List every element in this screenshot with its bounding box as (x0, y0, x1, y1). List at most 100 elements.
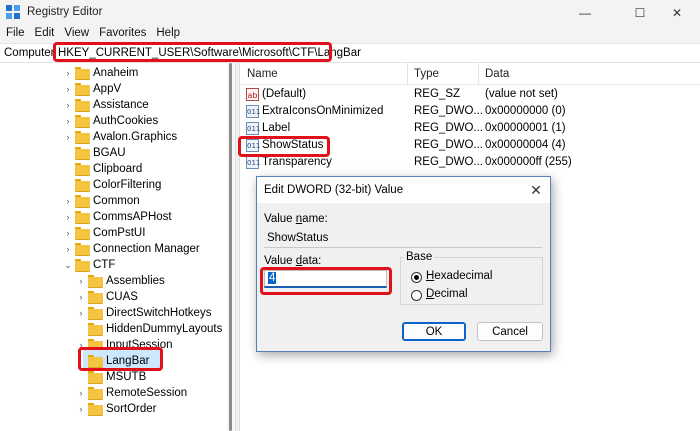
folder-icon (75, 195, 90, 208)
expand-chevron-icon[interactable]: › (63, 113, 73, 129)
expand-chevron-icon[interactable]: › (63, 65, 73, 81)
tree-item-avalon-graphics[interactable]: › Avalon.Graphics (63, 129, 177, 145)
value-row-label[interactable]: 011 Label REG_DWO... 0x00000001 (1) (240, 120, 700, 137)
close-icon: ✕ (671, 5, 683, 20)
close-button[interactable]: ✕ (654, 0, 700, 25)
expand-chevron-icon[interactable]: › (76, 385, 86, 401)
tree-item-bgau[interactable]: BGAU (63, 145, 126, 161)
tree-item-sortorder[interactable]: › SortOrder (76, 401, 157, 417)
column-header-type[interactable]: Type (414, 68, 439, 80)
expand-chevron-icon[interactable]: › (63, 193, 73, 209)
folder-icon (88, 307, 103, 320)
expand-chevron-icon[interactable]: › (76, 289, 86, 305)
value-type: REG_DWO... (414, 122, 484, 134)
folder-icon (88, 403, 103, 416)
tree-item-appv[interactable]: › AppV (63, 81, 121, 97)
value-data-highlight-box (260, 267, 392, 295)
decimal-radio[interactable] (411, 290, 422, 301)
tree-item-assistance[interactable]: › Assistance (63, 97, 149, 113)
expand-chevron-icon[interactable]: › (63, 225, 73, 241)
value-data: (value not set) (485, 88, 558, 100)
value-type: REG_DWO... (414, 139, 484, 151)
tree-item-common[interactable]: › Common (63, 193, 140, 209)
value-row-extraiconsonminimized[interactable]: 011 ExtraIconsOnMinimized REG_DWO... 0x0… (240, 103, 700, 120)
tree-item-ctf[interactable]: ⌄ CTF (63, 257, 115, 273)
folder-icon (88, 323, 103, 336)
expand-chevron-icon (76, 321, 86, 337)
collapse-chevron-icon[interactable]: ⌄ (63, 257, 73, 273)
tree-item-clipboard[interactable]: Clipboard (63, 161, 142, 177)
expand-chevron-icon[interactable]: › (63, 241, 73, 257)
address-prefix: Computer (4, 47, 55, 59)
dword-value-icon: 011 (246, 105, 260, 118)
column-header-name[interactable]: Name (247, 68, 278, 80)
expand-chevron-icon (76, 369, 86, 385)
column-divider[interactable] (407, 63, 408, 85)
expand-chevron-icon[interactable]: › (76, 401, 86, 417)
expand-chevron-icon[interactable]: › (63, 129, 73, 145)
value-name: Label (262, 122, 291, 134)
tree-item-remotesession[interactable]: › RemoteSession (76, 385, 187, 401)
maximize-icon: ☐ (634, 5, 646, 20)
dialog-close-icon[interactable]: ✕ (528, 182, 544, 198)
tree-item-cuas[interactable]: › CUAS (76, 289, 138, 305)
folder-icon (75, 179, 90, 192)
hexadecimal-radio[interactable] (411, 272, 422, 283)
expand-chevron-icon (63, 145, 73, 161)
tree-item-commsaphost[interactable]: › CommsAPHost (63, 209, 172, 225)
value-row-default[interactable]: ab (Default) REG_SZ (value not set) (240, 86, 700, 103)
value-name: Transparency (262, 156, 332, 168)
title-bar: Registry Editor — ☐ ✕ (0, 0, 700, 25)
tree-item-langbar[interactable]: LangBar (76, 353, 149, 369)
expand-chevron-icon[interactable]: › (63, 209, 73, 225)
folder-icon (75, 115, 90, 128)
cancel-button[interactable]: Cancel (477, 322, 543, 341)
menu-help[interactable]: Help (151, 25, 185, 43)
tree-item-hiddendummylayouts[interactable]: HiddenDummyLayouts (76, 321, 222, 337)
menu-favorites[interactable]: Favorites (94, 25, 151, 43)
menu-view[interactable]: View (59, 25, 94, 43)
value-type: REG_SZ (414, 88, 461, 100)
tree-item-directswitchhotkeys[interactable]: › DirectSwitchHotkeys (76, 305, 211, 321)
tree-item-connection-manager[interactable]: › Connection Manager (63, 241, 200, 257)
showstatus-highlight-box (238, 136, 330, 157)
base-label: Base (404, 251, 435, 263)
folder-icon (75, 131, 90, 144)
value-data-label: Value data: (264, 255, 322, 267)
decimal-label[interactable]: Decimal (426, 288, 468, 300)
column-header-data[interactable]: Data (485, 68, 509, 80)
minimize-button[interactable]: — (562, 0, 608, 25)
tree-item-colorfiltering[interactable]: ColorFiltering (63, 177, 161, 193)
tree-item-compstui[interactable]: › ComPstUI (63, 225, 145, 241)
tree-item-assemblies[interactable]: › Assemblies (76, 273, 165, 289)
menu-edit[interactable]: Edit (30, 25, 60, 43)
value-name: (Default) (262, 88, 307, 100)
expand-chevron-icon[interactable]: › (63, 81, 73, 97)
string-value-icon: ab (246, 88, 259, 101)
folder-open-icon (75, 259, 90, 272)
ok-button[interactable]: OK (402, 322, 466, 341)
folder-icon (75, 243, 90, 256)
folder-icon (75, 99, 90, 112)
tree-scrollbar-thumb[interactable] (229, 63, 232, 431)
value-data: 0x00000001 (1) (485, 122, 566, 134)
expand-chevron-icon[interactable]: › (76, 305, 86, 321)
menu-file[interactable]: File (0, 25, 30, 43)
hexadecimal-label[interactable]: Hexadecimal (426, 270, 492, 282)
value-data: 0x00000000 (0) (485, 105, 566, 117)
tree-item-anaheim[interactable]: › Anaheim (63, 65, 138, 81)
tree-item-msutb[interactable]: MSUTB (76, 369, 146, 385)
value-type: REG_DWO... (414, 105, 484, 117)
list-header: Name Type Data (240, 63, 700, 85)
value-data: 0x000000ff (255) (485, 156, 572, 168)
folder-icon (88, 387, 103, 400)
expand-chevron-icon[interactable]: › (76, 273, 86, 289)
column-divider[interactable] (478, 63, 479, 85)
value-name-label: Value name: (264, 213, 328, 225)
folder-icon (75, 67, 90, 80)
dialog-title: Edit DWORD (32-bit) Value (264, 184, 404, 196)
expand-chevron-icon[interactable]: › (63, 97, 73, 113)
dword-value-icon: 011 (246, 156, 260, 169)
folder-icon (88, 291, 103, 304)
tree-item-authcookies[interactable]: › AuthCookies (63, 113, 158, 129)
